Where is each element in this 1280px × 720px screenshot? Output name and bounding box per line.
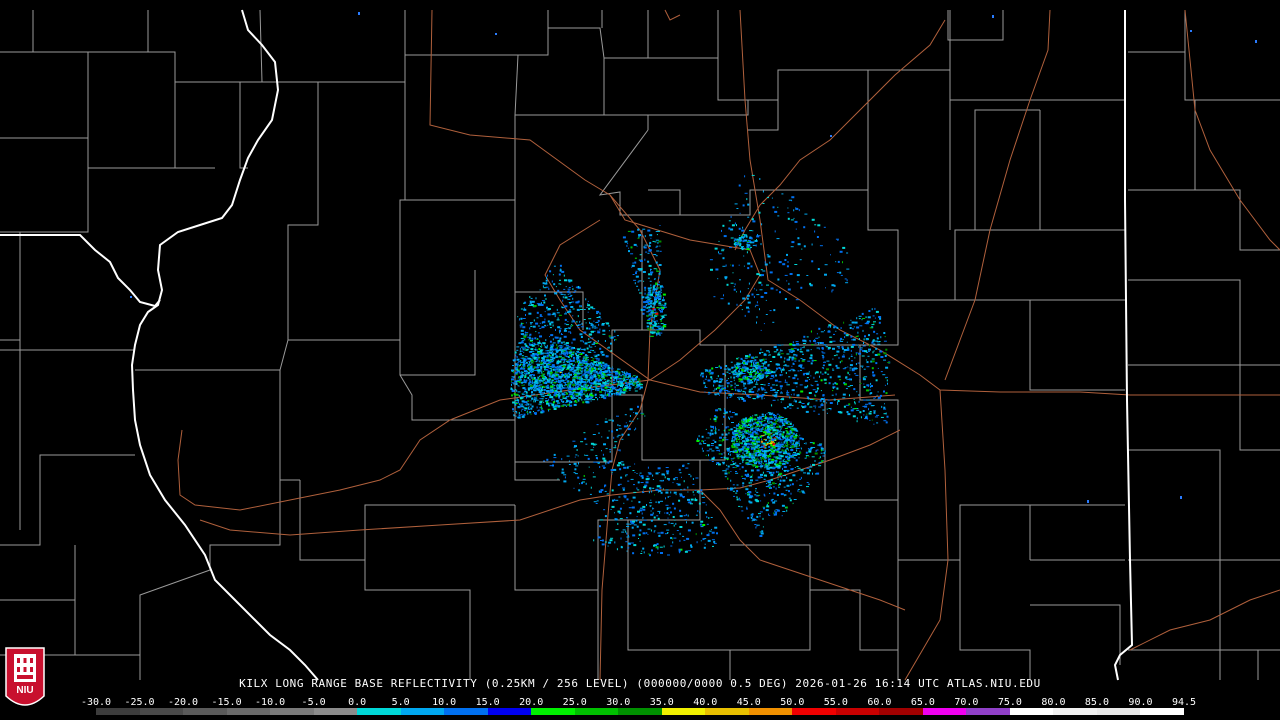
colorbar-label: -20.0 [167, 697, 199, 708]
timestamp: 2026-01-26 16:14 UTC [795, 677, 940, 690]
colorbar-segment [661, 708, 706, 715]
colorbar-label: 80.0 [1041, 697, 1066, 708]
colorbar-segment [618, 708, 662, 715]
colorbar-label: 40.0 [693, 697, 718, 708]
colorbar-segment [487, 708, 532, 715]
product-caption: KILX LONG RANGE BASE REFLECTIVITY (0.25K… [0, 677, 1280, 690]
colorbar-segment [96, 708, 140, 715]
colorbar-label: 25.0 [562, 697, 587, 708]
county-borders [0, 9, 1280, 680]
colorbar-label: 70.0 [954, 697, 979, 708]
colorbar-label: -10.0 [255, 697, 286, 708]
colorbar-label: -25.0 [124, 697, 155, 708]
colorbar-segment [748, 708, 793, 715]
colorbar-segment [1053, 708, 1097, 715]
colorbar-label: 85.0 [1084, 697, 1109, 708]
colorbar-label: -30.0 [80, 697, 112, 708]
colorbar-segment [574, 708, 619, 715]
map-marks [130, 12, 1257, 503]
source-url: ATLAS.NIU.EDU [946, 677, 1041, 690]
colorbar-segment [139, 708, 184, 715]
colorbar-label: 5.0 [391, 697, 410, 708]
station-id: KILX [239, 677, 268, 690]
colorbar-segment [400, 708, 445, 715]
colorbar-label: 20.0 [519, 697, 544, 708]
colorbar-label: 35.0 [649, 697, 674, 708]
colorbar-label: 94.5 [1171, 697, 1197, 708]
colorbar-label: 65.0 [910, 697, 935, 708]
colorbar-segment [226, 708, 271, 715]
colorbar-label: 0.0 [348, 697, 367, 708]
colorbar-segment [313, 708, 358, 715]
product-name: LONG RANGE BASE REFLECTIVITY [275, 677, 478, 690]
colorbar-segment [270, 708, 314, 715]
colorbar-segment [966, 708, 1010, 715]
colorbar-segment [922, 708, 967, 715]
colorbar-segment [531, 708, 575, 715]
logo-text: NIU [16, 685, 33, 696]
colorbar-segment [1009, 708, 1054, 715]
colorbar-label: 75.0 [997, 697, 1022, 708]
colorbar-label: 45.0 [736, 697, 761, 708]
niu-logo: NIU [5, 647, 45, 706]
colorbar-segment [444, 708, 488, 715]
colorbar-label: -15.0 [211, 697, 242, 708]
colorbar-segment [1096, 708, 1141, 715]
colorbar-segment [879, 708, 923, 715]
colorbar-label: 50.0 [780, 697, 805, 708]
resolution: (0.25KM / 256 LEVEL) [484, 677, 630, 690]
colorbar-label: 30.0 [606, 697, 631, 708]
colorbar-segment [705, 708, 749, 715]
colorbar-segment [835, 708, 880, 715]
colorbar-label: 15.0 [475, 697, 500, 708]
volume-info: (000000/0000 0.5 DEG) [636, 677, 789, 690]
colorbar-segment [1140, 708, 1184, 715]
colorbar-label: 60.0 [867, 697, 892, 708]
colorbar-label: 10.0 [432, 697, 457, 708]
colorbar-segment [183, 708, 227, 715]
radar-map [0, 9, 1280, 681]
colorbar-segment [357, 708, 401, 715]
colorbar-label: 55.0 [823, 697, 848, 708]
colorbar [96, 708, 1184, 715]
colorbar-label: 90.0 [1128, 697, 1153, 708]
colorbar-segment [792, 708, 836, 715]
colorbar-label: -5.0 [301, 697, 326, 708]
